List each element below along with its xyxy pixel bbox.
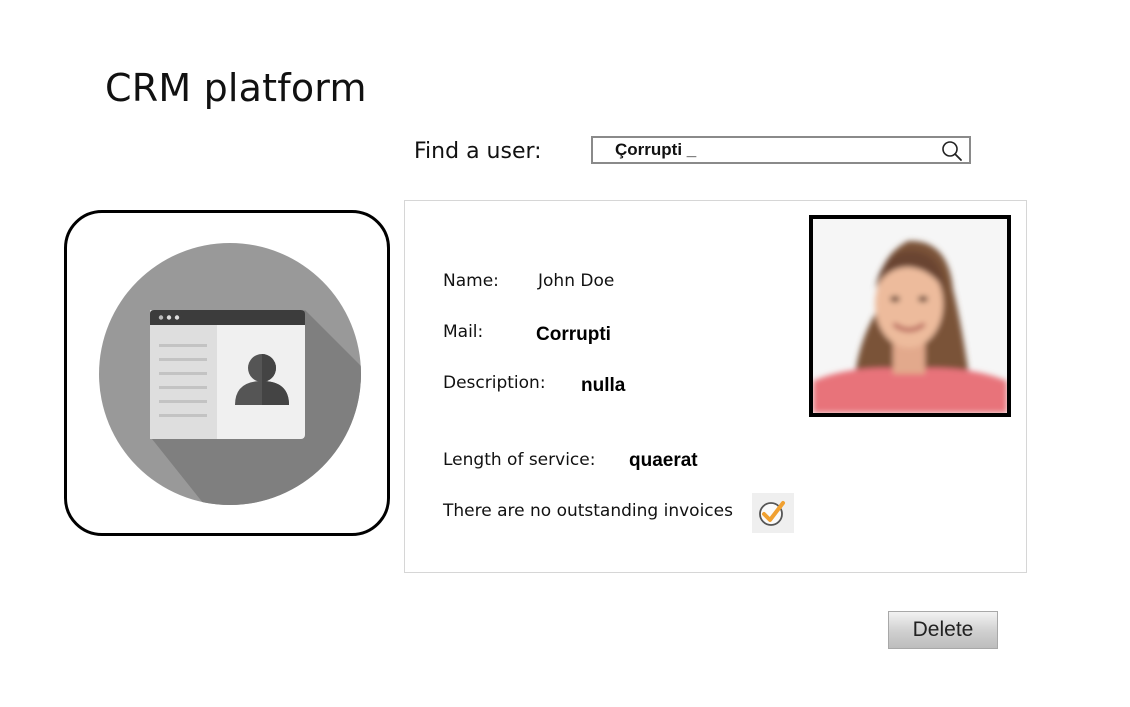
mail-value: Corrupti	[536, 324, 611, 345]
invoices-status-text: There are no outstanding invoices	[443, 501, 733, 521]
service-value: quaerat	[629, 450, 698, 471]
name-label: Name:	[443, 271, 499, 291]
contact-card-icon	[99, 243, 361, 505]
contact-card-panel	[64, 210, 390, 536]
description-label: Description:	[443, 373, 546, 393]
user-details-panel: Name: John Doe Mail: Corrupti Descriptio…	[404, 200, 1027, 573]
description-value: nulla	[581, 375, 626, 396]
user-photo	[809, 215, 1011, 417]
delete-button[interactable]: Delete	[888, 611, 998, 649]
find-user-label: Find a user:	[414, 139, 542, 164]
search-box[interactable]	[591, 136, 971, 164]
mail-label: Mail:	[443, 322, 484, 342]
app-title: CRM platform	[105, 66, 367, 110]
checkmark-icon[interactable]	[752, 493, 794, 533]
service-label: Length of service:	[443, 450, 596, 470]
name-value: John Doe	[538, 271, 615, 291]
search-input[interactable]	[615, 139, 925, 161]
search-icon[interactable]	[941, 140, 963, 162]
